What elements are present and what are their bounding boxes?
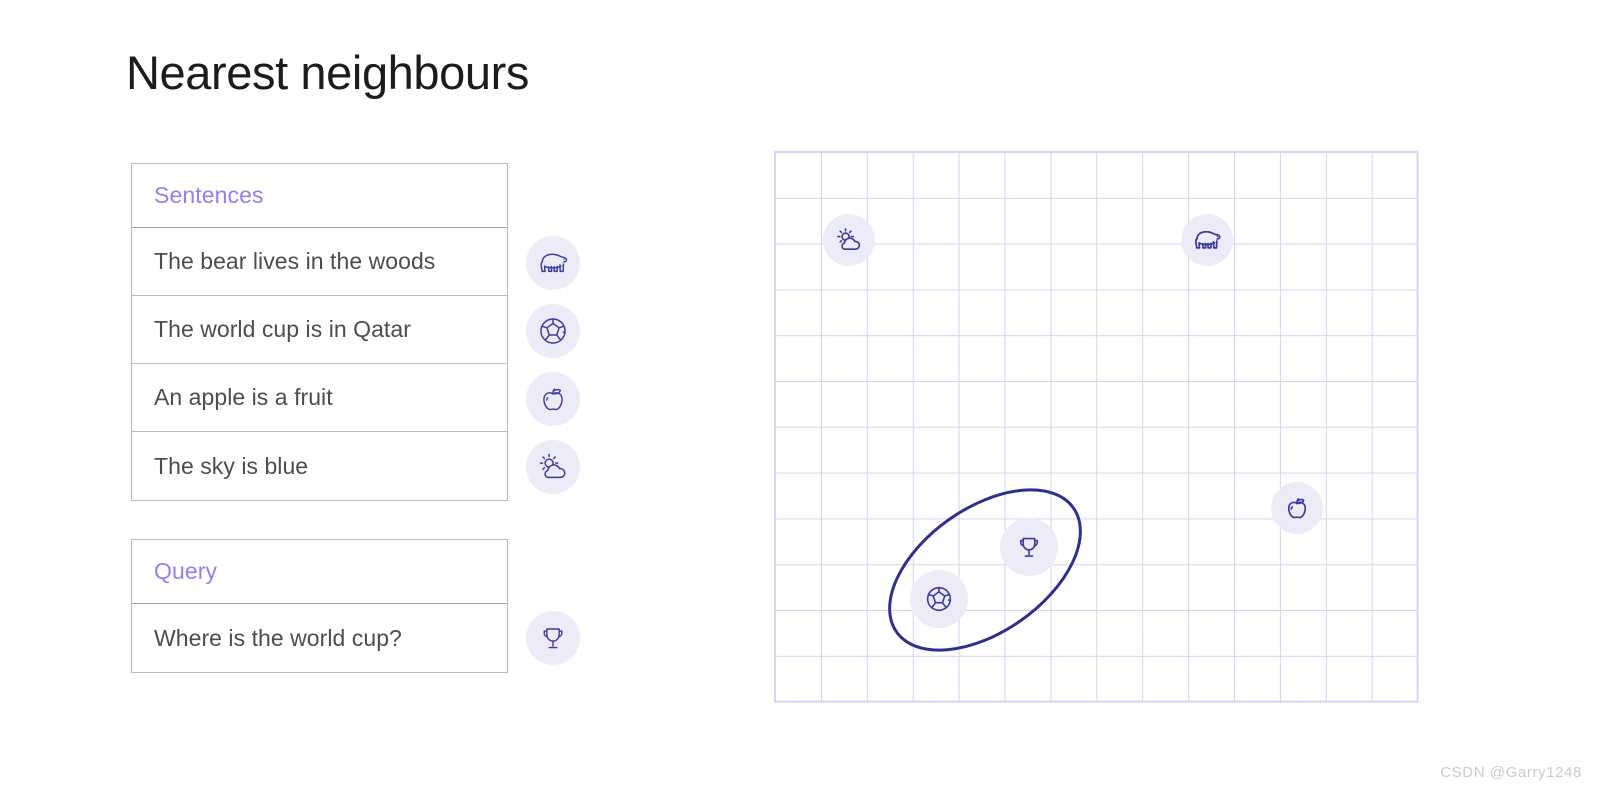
table-row[interactable]: The bear lives in the woods [132, 228, 507, 296]
sun-cloud-icon [526, 440, 580, 494]
plot-point-bear[interactable] [1181, 214, 1233, 266]
table-row[interactable]: The sky is blue [132, 432, 507, 500]
soccer-ball-icon [526, 304, 580, 358]
trophy-icon [526, 611, 580, 665]
query-table: Query Where is the world cup? [131, 539, 508, 673]
sentences-table-header: Sentences [132, 164, 507, 228]
plot-point-soccer-ball[interactable] [910, 570, 968, 628]
page-title: Nearest neighbours [126, 46, 529, 99]
embedding-space-plot [760, 140, 1430, 720]
apple-icon [526, 372, 580, 426]
plot-point-apple[interactable] [1271, 482, 1323, 534]
watermark: CSDN @Garry1248 [1440, 764, 1582, 781]
sentences-table: Sentences The bear lives in the woods Th… [131, 163, 508, 501]
table-row[interactable]: An apple is a fruit [132, 364, 507, 432]
query-table-header: Query [132, 540, 507, 604]
table-row[interactable]: Where is the world cup? [132, 604, 507, 672]
table-row[interactable]: The world cup is in Qatar [132, 296, 507, 364]
bear-icon [526, 236, 580, 290]
plot-point-sun-cloud[interactable] [823, 214, 875, 266]
plot-point-trophy[interactable] [1000, 518, 1058, 576]
